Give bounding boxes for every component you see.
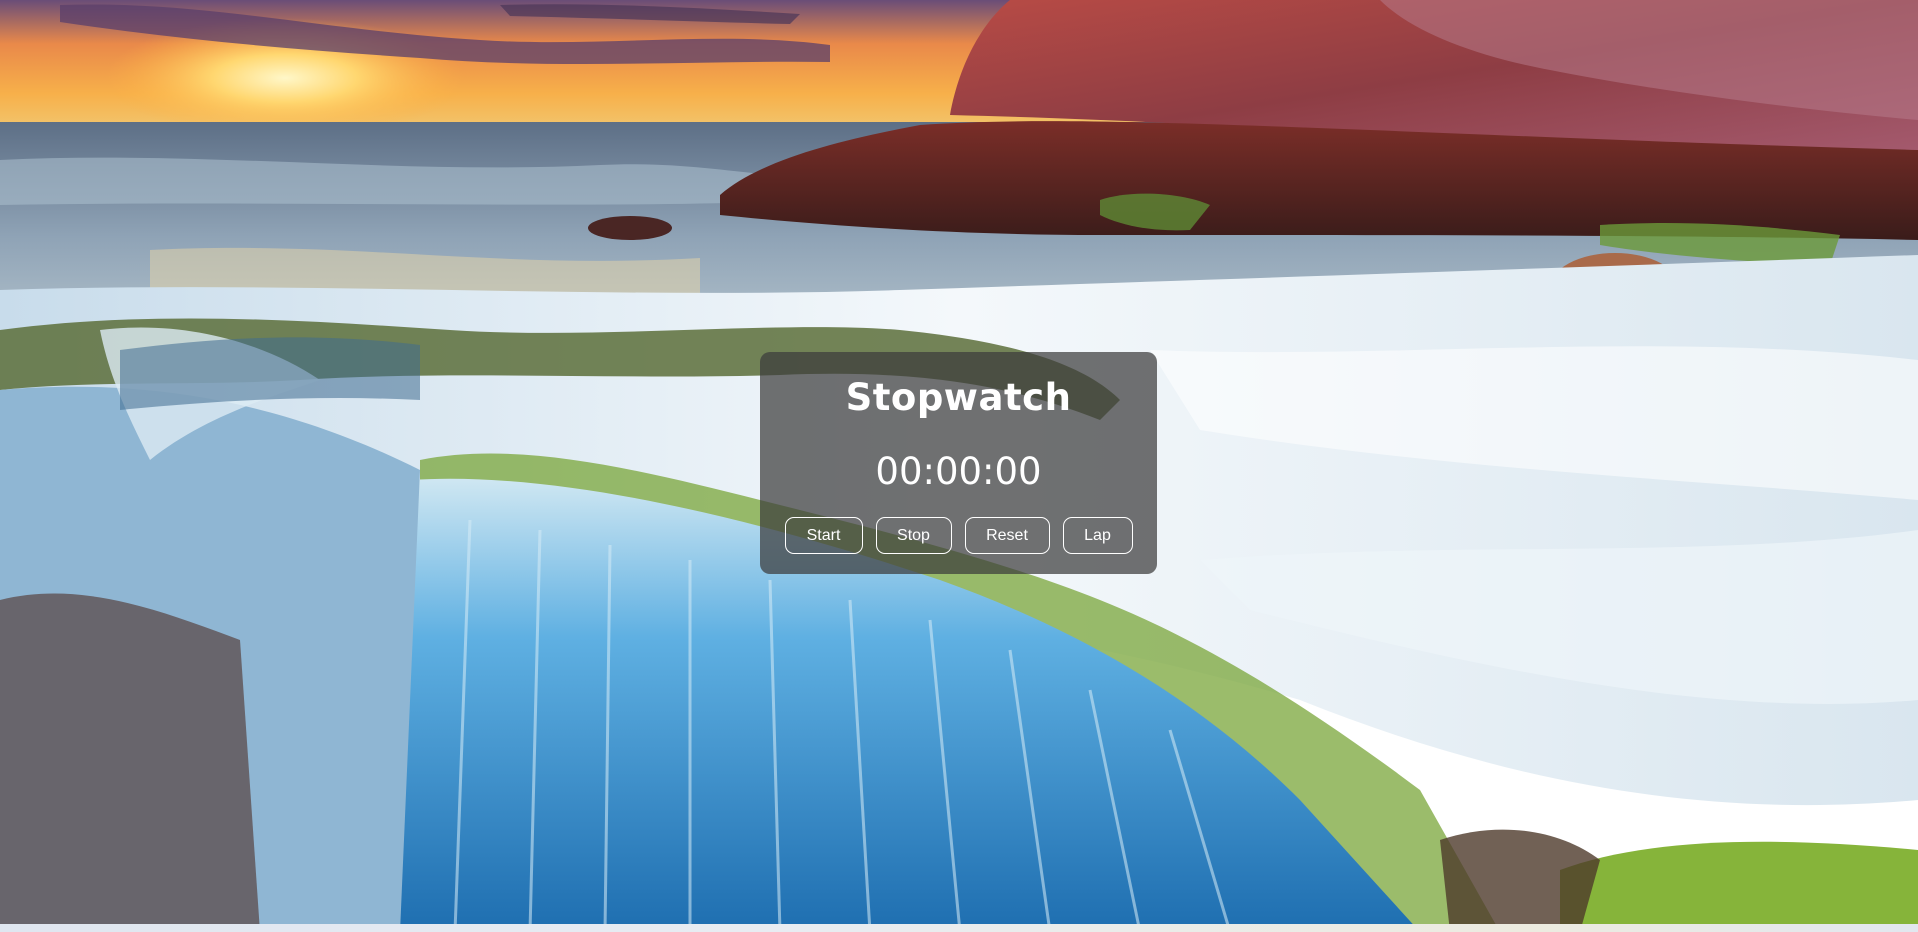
bottom-strip xyxy=(0,924,1918,932)
control-buttons: Start Stop Reset Lap xyxy=(760,517,1157,554)
reset-button[interactable]: Reset xyxy=(964,517,1050,554)
stop-button[interactable]: Stop xyxy=(875,517,952,554)
stopwatch-panel: Stopwatch 00:00:00 Start Stop Reset Lap xyxy=(760,352,1157,574)
start-button[interactable]: Start xyxy=(784,517,863,554)
lap-button[interactable]: Lap xyxy=(1062,517,1133,554)
time-display: 00:00:00 xyxy=(875,450,1042,493)
stopwatch-title: Stopwatch xyxy=(845,376,1072,419)
